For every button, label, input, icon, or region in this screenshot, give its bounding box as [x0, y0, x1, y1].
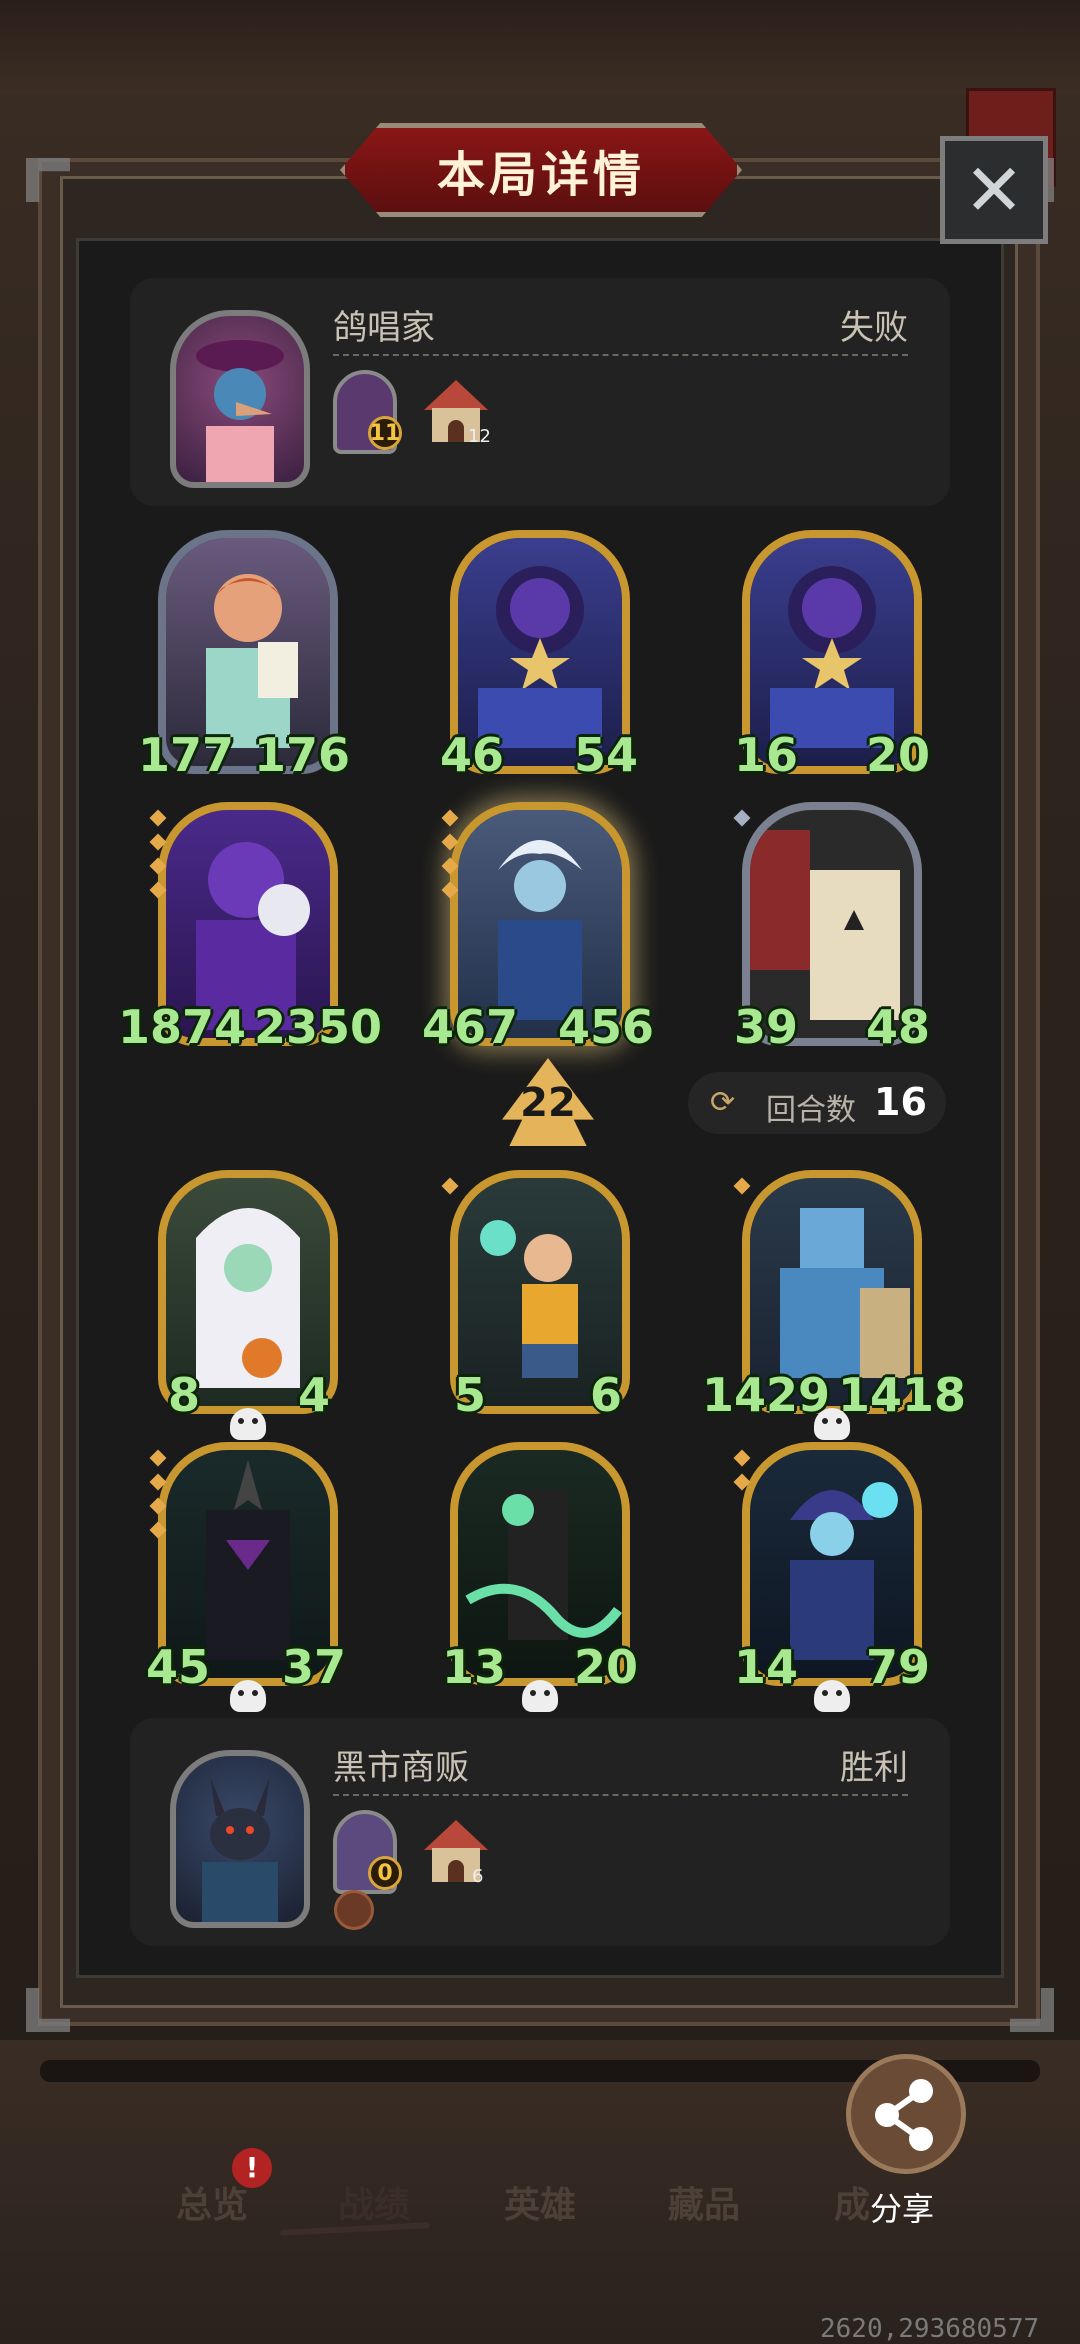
close-button[interactable]: ✕: [940, 136, 1048, 244]
tier-pips: [149, 809, 167, 908]
title-plate: 本局详情: [340, 123, 742, 217]
skull-icon: [230, 1408, 266, 1440]
nav-records[interactable]: 战绩: [338, 2176, 410, 2228]
opponent-name: 鸽唱家: [333, 308, 435, 348]
player-portrait[interactable]: [170, 1750, 310, 1928]
house-count: 6: [472, 1866, 484, 1887]
round-value: 16: [874, 1080, 927, 1124]
health-value: 48: [866, 1000, 931, 1054]
health-value: 2350: [254, 1000, 383, 1054]
unit-card[interactable]: 13 20: [442, 1442, 638, 1712]
pigeon-hero-icon: [196, 340, 284, 482]
health-value: 37: [282, 1640, 347, 1694]
divider: [333, 354, 908, 356]
attack-value: 8: [168, 1368, 201, 1422]
unit-card[interactable]: 1874 2350: [118, 802, 382, 1054]
coin-icon[interactable]: [334, 1890, 374, 1930]
nav-collection[interactable]: 藏品: [668, 2176, 740, 2228]
top-background: [0, 0, 1080, 95]
unit-card[interactable]: 8 4: [158, 1170, 338, 1440]
close-icon: ✕: [963, 148, 1025, 232]
attack-value: 1874: [118, 1000, 247, 1054]
unit-card[interactable]: 16 20: [734, 530, 930, 782]
opponent-row: 鸽唱家 失败 11 12: [130, 278, 950, 506]
nav-heroes[interactable]: 英雄: [504, 2176, 576, 2228]
unit-card[interactable]: 5 6: [441, 1170, 630, 1422]
player-row: 黑市商贩 胜利 0 6: [130, 1718, 950, 1946]
page-title: 本局详情: [436, 147, 645, 203]
tier-pips: [733, 1177, 751, 1204]
attack-value: 45: [146, 1640, 211, 1694]
share-icon: [875, 2079, 933, 2151]
skull-icon: [814, 1408, 850, 1440]
tavern-level: 0: [368, 1856, 402, 1890]
tier-pips: [733, 1449, 751, 1500]
tier-pips: [441, 809, 459, 908]
skull-icon: [230, 1680, 266, 1712]
round-label: 回合数: [766, 1093, 856, 1128]
attack-value: 14: [734, 1640, 799, 1694]
health-value: 4: [298, 1368, 331, 1422]
health-value: 54: [574, 728, 639, 782]
unit-card[interactable]: 45 37: [146, 1442, 346, 1712]
unit-card[interactable]: 14 79: [733, 1442, 930, 1712]
health-value: 6: [590, 1368, 623, 1422]
health-value: 1418: [838, 1368, 967, 1422]
unit-card[interactable]: 177 176: [138, 530, 350, 782]
attack-value: 13: [442, 1640, 507, 1694]
unit-card[interactable]: 39 48: [733, 802, 930, 1054]
alert-badge: !: [232, 2148, 272, 2188]
tier-pips: [149, 1449, 167, 1548]
health-value: 456: [558, 1000, 655, 1054]
attack-value: 1429: [702, 1368, 831, 1422]
health-value: 20: [866, 728, 931, 782]
attack-value: 16: [734, 728, 799, 782]
merchant-hero-icon: [202, 1776, 278, 1922]
attack-value: 5: [454, 1368, 487, 1422]
tier-pips: [441, 1177, 459, 1204]
share-label: 分享: [870, 2190, 935, 2228]
health-value: 79: [866, 1640, 931, 1694]
tavern-level: 11: [368, 416, 402, 450]
health-value: 20: [574, 1640, 639, 1694]
share-button[interactable]: [846, 2054, 966, 2174]
round-counter: ⟳ 回合数 16: [688, 1072, 946, 1134]
tavern-level-badge: 22: [502, 1058, 594, 1146]
debug-coordinates: 2620,293680577: [820, 2314, 1040, 2344]
opponent-portrait[interactable]: [170, 310, 310, 488]
skull-icon: [814, 1680, 850, 1712]
opponent-result: 失败: [840, 308, 908, 348]
skull-icon: [522, 1680, 558, 1712]
attack-value: 467: [422, 1000, 519, 1054]
unit-card[interactable]: 1429 1418: [702, 1170, 966, 1440]
attack-value: 46: [440, 728, 505, 782]
refresh-icon: ⟳: [710, 1085, 736, 1120]
attack-value: 39: [734, 1000, 799, 1054]
house-count: 12: [468, 426, 491, 447]
nav-achievements[interactable]: 成: [834, 2176, 870, 2228]
nav-overview[interactable]: 总览: [176, 2176, 248, 2228]
unit-card[interactable]: 467 456: [422, 802, 654, 1054]
player-result: 胜利: [840, 1748, 908, 1788]
level-value: 22: [520, 1080, 576, 1126]
player-name: 黑市商贩: [333, 1748, 469, 1788]
tier-pips: [733, 809, 751, 836]
health-value: 176: [254, 728, 351, 782]
unit-card[interactable]: 46 54: [440, 530, 638, 782]
divider: [333, 1794, 908, 1796]
attack-value: 177: [138, 728, 235, 782]
